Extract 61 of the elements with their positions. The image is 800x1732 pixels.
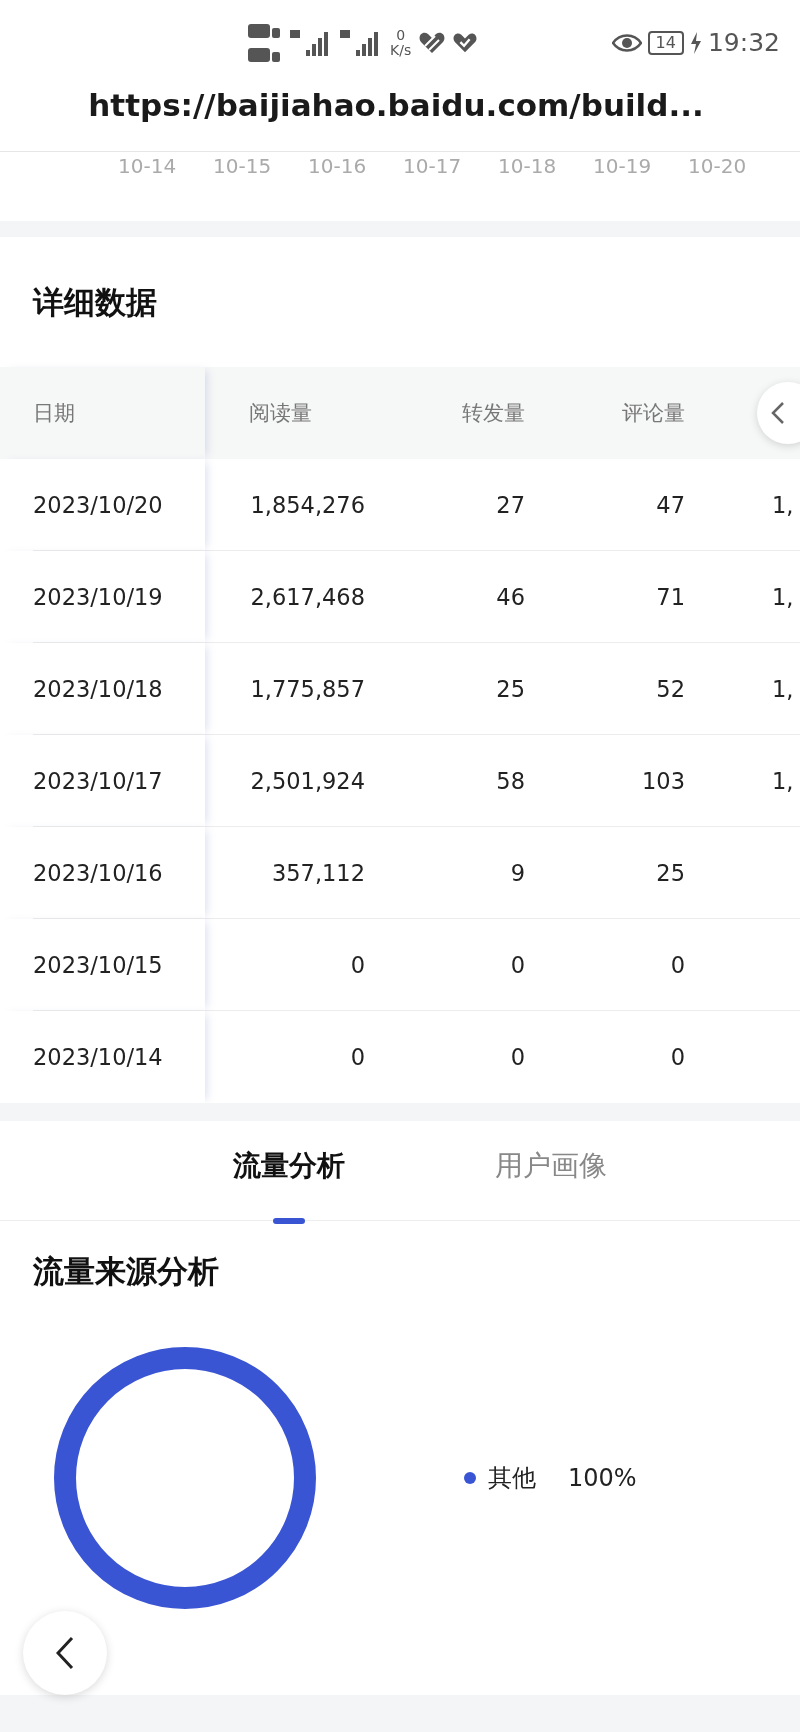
axis-label: 10-17 (403, 154, 463, 178)
table-cell: 58 (365, 735, 525, 827)
charging-icon (689, 31, 702, 54)
table-cell: 25 (525, 827, 685, 919)
hd-icon (248, 22, 282, 64)
axis-label: 10-16 (308, 154, 368, 178)
table-cell: 0 (205, 919, 365, 1011)
eye-icon (611, 32, 642, 53)
table-cell: 1, (685, 643, 800, 735)
table-cell: 1,854,276 (205, 459, 365, 551)
table-cell-text: 0 (669, 1043, 685, 1072)
axis-label: 10-19 (593, 154, 653, 178)
network-speed-value: 0 (396, 28, 406, 43)
network-speed-unit: K/s (390, 43, 412, 58)
table-cell-text: 0 (349, 1043, 365, 1072)
axis-label: 10-20 (688, 154, 748, 178)
table-cell: 1, (685, 735, 800, 827)
table-cell: 47 (525, 459, 685, 551)
table-cell: 2,617,468 (205, 551, 365, 643)
table-cell: 71 (525, 551, 685, 643)
table-cell: 2023/10/14 (0, 1011, 205, 1103)
table-cell: 46 (365, 551, 525, 643)
table-cell: 2023/10/19 (0, 551, 205, 643)
table-cell: 1, (685, 459, 800, 551)
tab-indicator (273, 1218, 305, 1224)
table-cell: 0 (365, 919, 525, 1011)
table-cell: 25 (365, 643, 525, 735)
legend-label: 其他 (488, 1463, 536, 1494)
axis-label: 10-14 (118, 154, 178, 178)
table-cell: 27 (365, 459, 525, 551)
tab[interactable]: 用户画像 (495, 1121, 607, 1221)
axis-label: 10-18 (498, 154, 558, 178)
column-header: 日期 (0, 367, 205, 459)
table-cell: 2023/10/20 (0, 459, 205, 551)
back-icon (56, 1636, 74, 1670)
battery-level: 14 (647, 30, 684, 55)
tab[interactable]: 流量分析 (233, 1121, 345, 1221)
section-title: 详细数据 (31, 283, 158, 322)
section-title: 流量来源分析 (32, 1252, 220, 1291)
table-cell: 2023/10/17 (0, 735, 205, 827)
heart-icon (453, 32, 478, 54)
legend-value: 100% (568, 1464, 637, 1492)
table-cell: 9 (365, 827, 525, 919)
table-cell: 2023/10/16 (0, 827, 205, 919)
table-cell: 357,112 (205, 827, 365, 919)
page-url: https://baijiahao.baidu.com/build... (88, 86, 704, 125)
table-cell: 103 (525, 735, 685, 827)
table-cell: 2,501,924 (205, 735, 365, 827)
table-cell: 1,775,857 (205, 643, 365, 735)
table-cell: 2023/10/15 (0, 919, 205, 1011)
table-cell: 2023/10/18 (0, 643, 205, 735)
chevron-left-icon (771, 401, 785, 425)
column-header: 转发量 (365, 367, 525, 459)
heart-icon (419, 32, 446, 54)
table-cell: 1, (685, 551, 800, 643)
table-cell-text: 0 (509, 1043, 525, 1072)
table-cell: 0 (525, 919, 685, 1011)
table-cell: 52 (525, 643, 685, 735)
clock-time: 19:32 (707, 28, 780, 57)
axis-label: 10-15 (213, 154, 273, 178)
column-header: 阅读量 (205, 367, 365, 459)
